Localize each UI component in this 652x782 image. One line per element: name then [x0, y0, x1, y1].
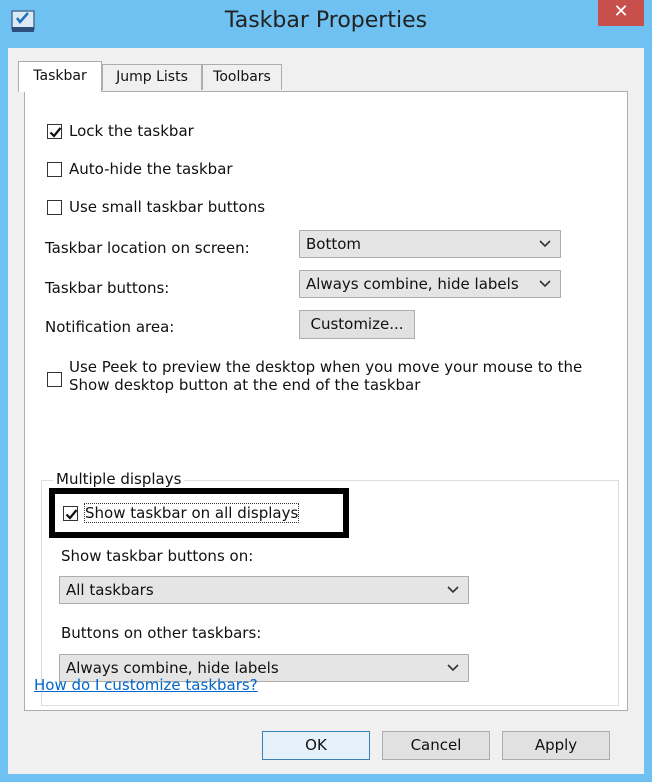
checkmark-icon [49, 127, 62, 138]
show-buttons-on-value: All taskbars [66, 581, 154, 599]
lock-taskbar-label[interactable]: Lock the taskbar [69, 122, 194, 140]
tab-toolbars[interactable]: Toolbars [202, 64, 282, 90]
help-link[interactable]: How do I customize taskbars? [34, 676, 258, 694]
close-button[interactable]: ✕ [598, 0, 644, 26]
tab-label: Taskbar [33, 68, 87, 84]
autohide-label[interactable]: Auto-hide the taskbar [69, 160, 233, 178]
multiple-displays-title: Multiple displays [53, 470, 185, 488]
chevron-down-icon [446, 577, 460, 603]
show-buttons-on-label: Show taskbar buttons on: [61, 547, 254, 565]
customize-button[interactable]: Customize... [299, 310, 415, 339]
location-dropdown[interactable]: Bottom [299, 230, 561, 258]
notification-area-label: Notification area: [45, 318, 175, 336]
close-icon: ✕ [613, 1, 629, 22]
window-title: Taskbar Properties [224, 8, 428, 33]
chevron-down-icon [446, 655, 460, 681]
show-buttons-on-dropdown[interactable]: All taskbars [59, 576, 469, 604]
peek-label[interactable]: Use Peek to preview the desktop when you… [69, 358, 582, 394]
peek-checkbox[interactable] [47, 372, 62, 387]
autohide-checkbox[interactable] [47, 162, 62, 177]
taskbar-buttons-value: Always combine, hide labels [306, 275, 519, 293]
other-taskbars-value: Always combine, hide labels [66, 659, 279, 677]
lock-taskbar-checkbox[interactable] [47, 124, 62, 139]
chevron-down-icon [538, 271, 552, 297]
ok-button[interactable]: OK [262, 731, 370, 760]
peek-label-line1: Use Peek to preview the desktop when you… [69, 358, 583, 376]
chevron-down-icon [538, 231, 552, 257]
small-buttons-label[interactable]: Use small taskbar buttons [69, 198, 265, 216]
cancel-button[interactable]: Cancel [382, 731, 490, 760]
dialog-body: Taskbar Jump Lists Toolbars Lock the tas… [8, 48, 644, 774]
tab-label: Jump Lists [116, 69, 188, 85]
other-taskbars-label: Buttons on other taskbars: [61, 624, 262, 642]
location-label: Taskbar location on screen: [45, 239, 250, 257]
peek-label-line2: Show desktop button at the end of the ta… [69, 376, 421, 394]
taskbar-buttons-label: Taskbar buttons: [45, 279, 170, 297]
title-bar[interactable]: Taskbar Properties ✕ [0, 0, 652, 48]
tab-jump-lists[interactable]: Jump Lists [102, 64, 202, 90]
apply-button[interactable]: Apply [502, 731, 610, 760]
location-value: Bottom [306, 235, 362, 253]
highlight-box [49, 488, 349, 538]
tab-taskbar[interactable]: Taskbar [18, 61, 102, 92]
small-buttons-checkbox[interactable] [47, 200, 62, 215]
taskbar-properties-window: Taskbar Properties ✕ Taskbar Jump Lists … [0, 0, 652, 782]
taskbar-buttons-dropdown[interactable]: Always combine, hide labels [299, 270, 561, 298]
tab-panel-taskbar: Lock the taskbar Auto-hide the taskbar U… [24, 91, 628, 711]
tab-label: Toolbars [213, 69, 271, 85]
